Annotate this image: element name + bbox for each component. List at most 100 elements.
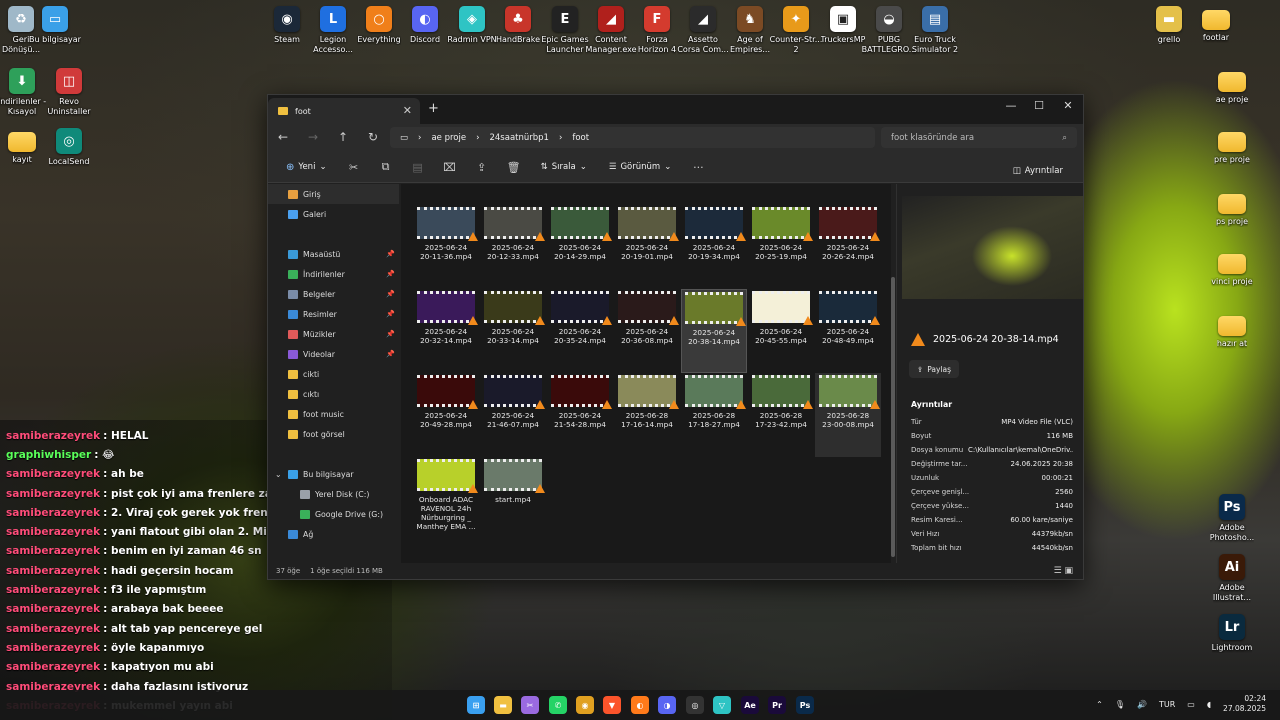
- back-icon[interactable]: ←: [278, 130, 288, 144]
- nav-item-11[interactable]: foot music: [268, 404, 399, 424]
- close-window-icon[interactable]: ✕: [1054, 99, 1082, 112]
- nav-item-15[interactable]: Yerel Disk (C:): [268, 484, 399, 504]
- nav-item-0[interactable]: Giriş: [268, 184, 399, 204]
- file-explorer-icon[interactable]: ▬: [494, 696, 512, 714]
- desktop-shortcut[interactable]: ◎ LocalSend: [33, 128, 105, 167]
- file-tile[interactable]: 2025-06-24 20-09-48.mp4: [815, 184, 881, 205]
- file-tile[interactable]: 2025-06-24 21-54-28.mp4: [547, 373, 613, 457]
- copy-icon[interactable]: ⧉: [373, 160, 399, 174]
- speaker-icon[interactable]: 🔊: [1137, 700, 1147, 709]
- file-tile[interactable]: 2025-06-24 20-14-29.mp4: [547, 205, 613, 289]
- file-tile[interactable]: 2025-06-24 21-46-07.mp4: [480, 373, 546, 457]
- breadcrumb-item[interactable]: 24saatnürbp1: [489, 133, 548, 143]
- file-tile[interactable]: Onboard ADAC RAVENOL 24h Nürburgring _ M…: [413, 457, 479, 541]
- details-pane-button[interactable]: ◫ Ayrıntılar: [1005, 160, 1071, 182]
- monitor-icon[interactable]: ▭: [1187, 700, 1195, 709]
- clock[interactable]: 02:24 27.08.2025: [1223, 694, 1266, 714]
- file-tile[interactable]: 2025-06-24 20-08-21.mp4: [748, 184, 814, 205]
- nav-item-6[interactable]: Resimler 📌: [268, 304, 399, 324]
- file-tile[interactable]: 2025-06-24 20-25-19.mp4: [748, 205, 814, 289]
- file-tile[interactable]: 2025-06-24 20-33-14.mp4: [480, 289, 546, 373]
- new-button[interactable]: ⊕ Yeni ⌄: [278, 156, 335, 178]
- file-tile[interactable]: 2025-06-28 17-16-14.mp4: [614, 373, 680, 457]
- forward-icon[interactable]: →: [308, 130, 318, 144]
- close-tab-icon[interactable]: ✕: [403, 104, 412, 117]
- nav-item-3[interactable]: Masaüstü 📌: [268, 244, 399, 264]
- file-tile[interactable]: 2025-06-24 19-45-25.mp4: [614, 184, 680, 205]
- language-indicator[interactable]: TUR: [1159, 700, 1175, 709]
- file-tile[interactable]: 2025-06-24 20-19-34.mp4: [681, 205, 747, 289]
- whatsapp-icon[interactable]: ✆: [549, 696, 567, 714]
- nav-item-9[interactable]: cikti: [268, 364, 399, 384]
- sort-button[interactable]: ⇅ Sırala ⌄: [533, 156, 595, 178]
- more-options-icon[interactable]: ···: [685, 161, 711, 174]
- premiere-icon[interactable]: Pr: [768, 696, 786, 714]
- file-tile[interactable]: 2025-06-24 19-44-24.mp4: [547, 184, 613, 205]
- obs-icon[interactable]: ◎: [686, 696, 704, 714]
- breadcrumb[interactable]: ▭ › ae proje › 24saatnürbp1 › foot: [390, 127, 875, 148]
- file-tile[interactable]: 2025-06-24 20-32-14.mp4: [413, 289, 479, 373]
- breadcrumb-item[interactable]: ae proje: [431, 133, 466, 143]
- share-button[interactable]: ⇪ Paylaş: [909, 360, 959, 378]
- desktop-shortcut[interactable]: hazır at: [1196, 312, 1268, 349]
- file-tile[interactable]: 2025-06-28 17-18-27.mp4: [681, 373, 747, 457]
- view-toggle-icons[interactable]: ☰ ▣: [1054, 566, 1073, 576]
- file-tile[interactable]: 2025-06-24 20-49-28.mp4: [413, 373, 479, 457]
- file-tile[interactable]: 2025-06-24 20-48-49.mp4: [815, 289, 881, 373]
- nav-item-8[interactable]: Videolar 📌: [268, 344, 399, 364]
- nav-item-12[interactable]: foot görsel: [268, 424, 399, 444]
- chevron-down-icon[interactable]: ⌄: [275, 470, 282, 479]
- tab-foot[interactable]: foot ✕: [268, 98, 420, 124]
- desktop-shortcut[interactable]: Lr Lightroom: [1196, 614, 1268, 653]
- nav-item-14[interactable]: ⌄ Bu bilgisayar: [268, 464, 399, 484]
- desktop-shortcut[interactable]: ▭ Bu bilgisayar: [19, 6, 91, 45]
- file-tile[interactable]: 2025-06-24 19-43-12.mp4: [480, 184, 546, 205]
- volume-icon[interactable]: ◖: [1207, 700, 1211, 709]
- file-tile[interactable]: 2025-06-24 20-38-14.mp4: [681, 289, 747, 373]
- nav-item-4[interactable]: İndirilenler 📌: [268, 264, 399, 284]
- cut-icon[interactable]: ✂: [341, 161, 367, 174]
- rename-icon[interactable]: ⌧: [437, 161, 463, 174]
- file-tile[interactable]: 2025-06-24 20-26-24.mp4: [815, 205, 881, 289]
- file-tile[interactable]: 2025-06-24 20-11-36.mp4: [413, 205, 479, 289]
- file-tile[interactable]: 2025-06-28 17-23-42.mp4: [748, 373, 814, 457]
- brave-icon[interactable]: ▼: [603, 696, 621, 714]
- nav-item-1[interactable]: Galeri: [268, 204, 399, 224]
- windows-start-icon[interactable]: ⊞: [467, 696, 485, 714]
- chevron-up-icon[interactable]: ⌃: [1096, 700, 1103, 709]
- chrome-icon[interactable]: ◉: [576, 696, 594, 714]
- search-input[interactable]: foot klasöründe ara ⌕: [881, 127, 1077, 148]
- nav-item-17[interactable]: Ağ: [268, 524, 399, 544]
- refresh-icon[interactable]: ↻: [368, 130, 378, 144]
- file-tile[interactable]: 2025-06-24 20-35-24.mp4: [547, 289, 613, 373]
- snipping-icon[interactable]: ✂: [521, 696, 539, 714]
- up-icon[interactable]: ↑: [338, 130, 348, 144]
- file-tile[interactable]: 2025-06-24 20-12-33.mp4: [480, 205, 546, 289]
- new-tab-icon[interactable]: +: [428, 101, 439, 116]
- file-tile[interactable]: start.mp4: [480, 457, 546, 541]
- microphone-icon[interactable]: 🎙: [1115, 700, 1125, 709]
- maximize-icon[interactable]: ☐: [1025, 99, 1053, 112]
- minimize-icon[interactable]: —: [997, 99, 1025, 112]
- paste-icon[interactable]: ▤: [405, 161, 431, 174]
- view-button[interactable]: ☰ Görünüm ⌄: [601, 156, 679, 178]
- desktop-shortcut[interactable]: ps proje: [1196, 190, 1268, 227]
- desktop-shortcut[interactable]: ◫ Revo Uninstaller: [33, 68, 105, 117]
- file-tile[interactable]: 2025-06-28 23-00-08.mp4: [815, 373, 881, 457]
- desktop-shortcut[interactable]: Ps Adobe Photosho...: [1196, 494, 1268, 543]
- desktop-shortcut[interactable]: pre proje: [1196, 128, 1268, 165]
- after-effects-icon[interactable]: Ae: [741, 696, 759, 714]
- nav-item-7[interactable]: Müzikler 📌: [268, 324, 399, 344]
- discord-icon[interactable]: ◑: [658, 696, 676, 714]
- nav-item-5[interactable]: Belgeler 📌: [268, 284, 399, 304]
- desktop-shortcut[interactable]: vinci proje: [1196, 250, 1268, 287]
- file-tile[interactable]: 2025-06-24 19-45-45.mp4: [681, 184, 747, 205]
- delete-icon[interactable]: 🗑: [501, 161, 527, 174]
- grid-scrollbar[interactable]: [891, 277, 895, 557]
- vpn-icon[interactable]: ▽: [713, 696, 731, 714]
- desktop-shortcut[interactable]: Ai Adobe Illustrat...: [1196, 554, 1268, 603]
- share-icon[interactable]: ⇪: [469, 161, 495, 174]
- desktop-shortcut[interactable]: ae proje: [1196, 68, 1268, 105]
- firefox-icon[interactable]: ◐: [631, 696, 649, 714]
- nav-item-10[interactable]: cıktı: [268, 384, 399, 404]
